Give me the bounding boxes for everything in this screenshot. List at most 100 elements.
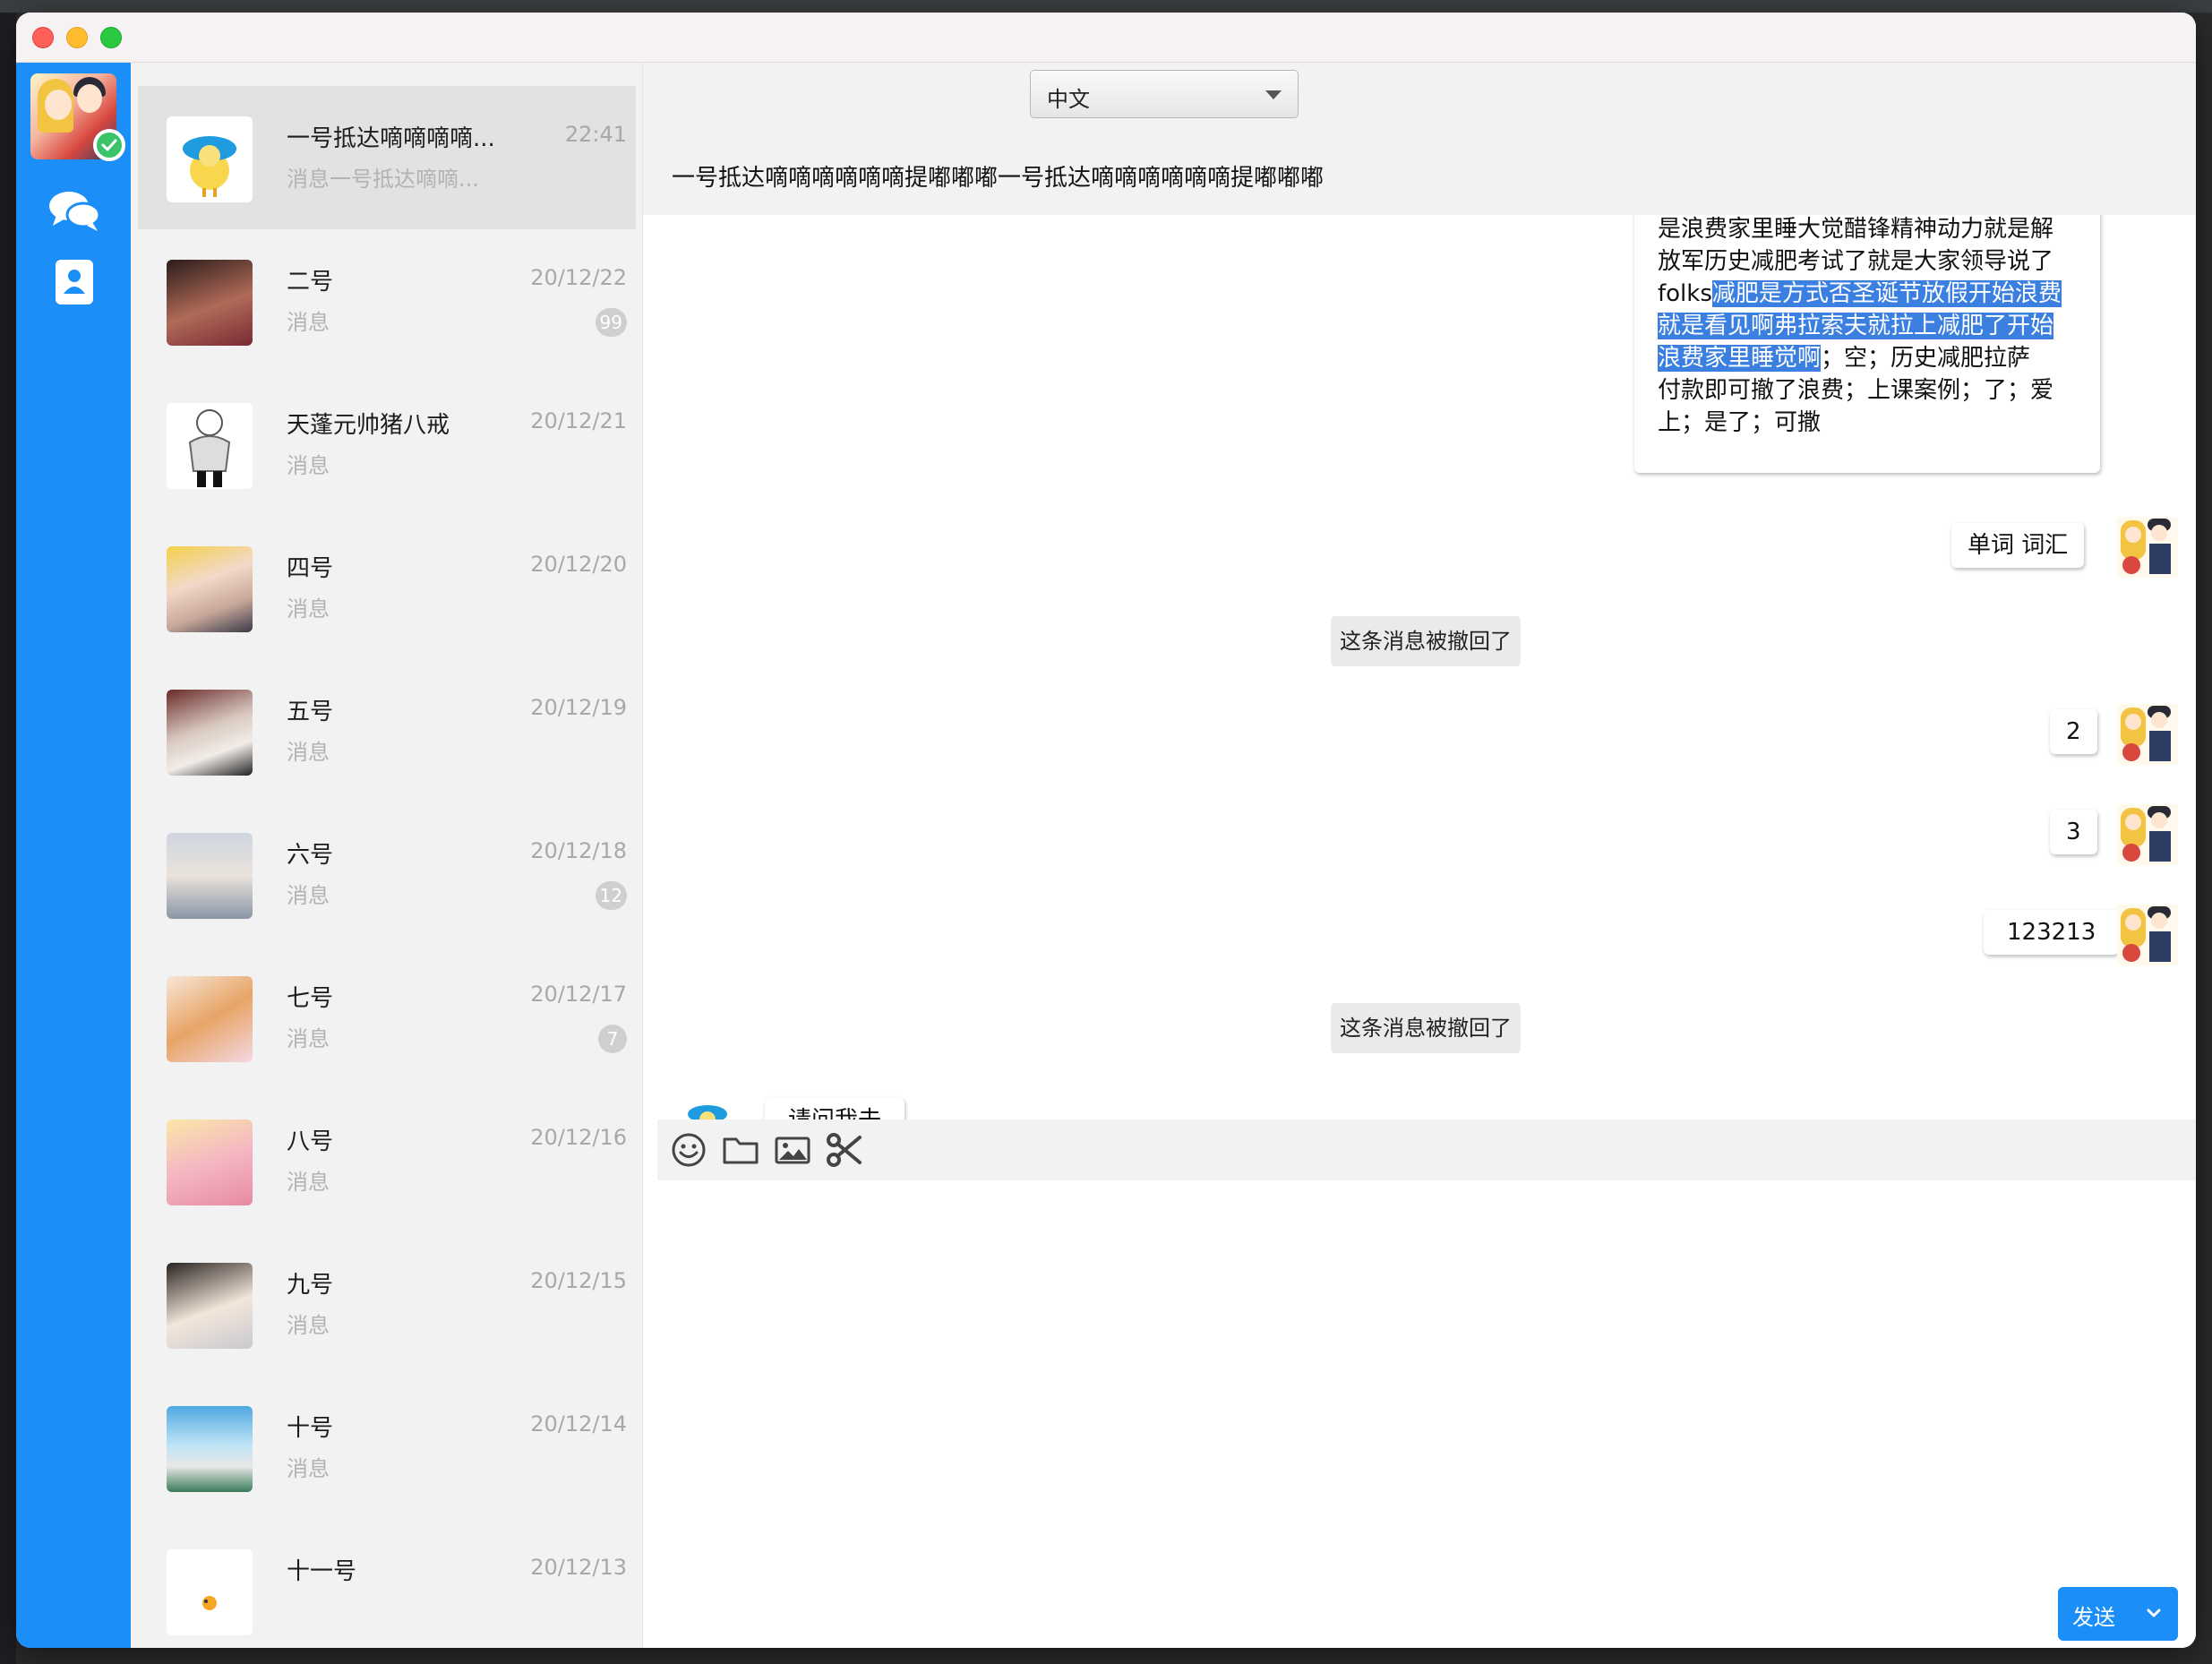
message-bubble-outgoing[interactable]: 3 <box>2050 810 2097 854</box>
message-input[interactable]: 发送 <box>657 1180 2196 1648</box>
zoom-window-button[interactable] <box>100 27 122 48</box>
chat-title: 一号抵达嘀嘀嘀嘀嘀嘀提嘟嘟嘟一号抵达嘀嘀嘀嘀嘀嘀提嘟嘟嘟 <box>672 165 1325 192</box>
conversation-name: 十一号 <box>287 1558 357 1585</box>
conversation-time: 20/12/13 <box>530 1555 627 1580</box>
conversation-time: 22:41 <box>564 122 627 147</box>
selected-text: 减肥是方式否圣诞节放假开始浪费 <box>1711 280 2062 307</box>
message-text: ；空；历史减肥拉萨 <box>1821 345 2031 372</box>
message-list[interactable]: 是浪费家里睡大觉醋锋精神动力就是解 放军历史减肥考试了就是大家领导说了 folk… <box>657 215 2196 1119</box>
conversation-name: 十号 <box>287 1415 334 1442</box>
message-line: 浪费家里睡觉啊；空；历史减肥拉萨 <box>1658 342 2084 374</box>
avatar <box>167 833 253 919</box>
conversation-item[interactable]: 二号 消息 20/12/22 99 <box>138 229 636 373</box>
scissors-icon[interactable] <box>826 1132 863 1168</box>
conversation-preview: 消息 <box>287 1313 330 1338</box>
conversation-name: 七号 <box>287 985 334 1012</box>
recalled-message-notice: 这条消息被撤回了 <box>1331 616 1521 666</box>
conversation-item[interactable]: 十号 消息 20/12/14 <box>138 1376 636 1519</box>
emoji-icon[interactable] <box>670 1132 707 1168</box>
selected-text: 浪费家里睡觉啊 <box>1658 345 1822 372</box>
message-line: folks减肥是方式否圣诞节放假开始浪费 <box>1658 278 2084 310</box>
conversation-time: 20/12/15 <box>530 1268 627 1293</box>
contacts-icon[interactable] <box>54 258 95 306</box>
message-line: 就是看见啊弗拉索夫就拉上减肥了开始 <box>1658 310 2084 342</box>
message-line: 付款即可撤了浪费；上课案例；了；爱 <box>1658 377 2054 404</box>
language-select[interactable]: 中文 <box>1030 70 1299 118</box>
conversation-name: 六号 <box>287 842 334 869</box>
conversation-preview: 消息一号抵达嘀嘀... <box>287 167 479 192</box>
conversation-item[interactable]: 四号 消息 20/12/20 <box>138 516 636 659</box>
selected-text: 就是看见啊弗拉索夫就拉上减肥了开始 <box>1658 313 2054 339</box>
avatar <box>167 1119 253 1205</box>
avatar <box>167 976 253 1062</box>
conversation-item[interactable]: 五号 消息 20/12/19 <box>138 659 636 802</box>
conversation-name: 天蓬元帅猪八戒 <box>287 412 450 439</box>
conversation-time: 20/12/16 <box>530 1125 627 1150</box>
message-line: 是浪费家里睡大觉醋锋精神动力就是解 <box>1658 216 2054 243</box>
conversation-name: 一号抵达嘀嘀嘀嘀... <box>287 125 495 152</box>
send-button-label: 发送 <box>2072 1605 2115 1630</box>
message-text: folks <box>1658 280 1712 307</box>
language-value: 中文 <box>1047 87 1090 112</box>
avatar <box>167 403 253 489</box>
message-line: 放军历史减肥考试了就是大家领导说了 <box>1658 248 2054 275</box>
folder-icon[interactable] <box>722 1132 759 1168</box>
avatar <box>167 116 253 202</box>
unread-badge: 7 <box>598 1025 627 1053</box>
avatar <box>167 546 253 632</box>
conversation-time: 20/12/14 <box>530 1411 627 1437</box>
message-bubble-outgoing[interactable]: 是浪费家里睡大觉醋锋精神动力就是解 放军历史减肥考试了就是大家领导说了 folk… <box>1634 215 2100 473</box>
image-icon[interactable] <box>774 1132 811 1168</box>
avatar <box>167 690 253 776</box>
conversation-list: 一号抵达嘀嘀嘀嘀... 消息一号抵达嘀嘀... 22:41 二号 消息 20/1… <box>131 63 643 1648</box>
avatar <box>167 1406 253 1492</box>
conversation-name: 五号 <box>287 699 334 725</box>
conversation-name: 二号 <box>287 269 334 296</box>
sidebar-nav <box>16 63 131 1648</box>
chevron-down-icon[interactable] <box>2146 1601 2162 1626</box>
conversation-item[interactable]: 七号 消息 20/12/17 7 <box>138 946 636 1089</box>
chevron-down-icon <box>1265 90 1282 99</box>
minimize-window-button[interactable] <box>66 27 88 48</box>
conversation-preview: 消息 <box>287 596 330 622</box>
conversation-preview: 消息 <box>287 883 330 908</box>
conversation-time: 20/12/22 <box>530 265 627 290</box>
avatar <box>167 1263 253 1349</box>
conversation-preview: 消息 <box>287 1026 330 1051</box>
conversation-time: 20/12/21 <box>530 408 627 433</box>
avatar <box>167 260 253 346</box>
avatar <box>677 1093 738 1119</box>
conversation-time: 20/12/18 <box>530 838 627 863</box>
unread-badge: 99 <box>595 308 627 337</box>
avatar <box>2117 905 2178 965</box>
chat-bubbles-icon[interactable] <box>47 188 101 235</box>
avatar <box>2117 804 2178 865</box>
conversation-item[interactable]: 六号 消息 20/12/18 12 <box>138 802 636 946</box>
conversation-preview: 消息 <box>287 310 330 335</box>
conversation-name: 四号 <box>287 555 334 582</box>
conversation-item[interactable]: 九号 消息 20/12/15 <box>138 1232 636 1376</box>
conversation-name: 八号 <box>287 1128 334 1155</box>
avatar <box>167 1549 253 1635</box>
message-bubble-outgoing[interactable]: 123213 <box>1984 910 2120 955</box>
language-bar: 中文 <box>643 63 2196 140</box>
conversation-preview: 消息 <box>287 1170 330 1195</box>
avatar <box>2117 517 2178 578</box>
conversation-item[interactable]: 一号抵达嘀嘀嘀嘀... 消息一号抵达嘀嘀... 22:41 <box>138 86 636 229</box>
conversation-preview: 消息 <box>287 453 330 478</box>
close-window-button[interactable] <box>32 27 54 48</box>
message-bubble-outgoing[interactable]: 单词 词汇 <box>1951 523 2085 568</box>
conversation-item[interactable]: 八号 消息 20/12/16 <box>138 1089 636 1232</box>
window-titlebar <box>16 13 2196 63</box>
message-bubble-incoming[interactable]: 请问我去 <box>765 1098 905 1119</box>
conversation-item[interactable]: 天蓬元帅猪八戒 消息 20/12/21 <box>138 373 636 516</box>
message-line: 上；是了；可撒 <box>1658 409 1822 436</box>
message-bubble-outgoing[interactable]: 2 <box>2050 709 2097 754</box>
recalled-message-notice: 这条消息被撤回了 <box>1331 1003 1521 1053</box>
chat-app-window: 一号抵达嘀嘀嘀嘀... 消息一号抵达嘀嘀... 22:41 二号 消息 20/1… <box>16 13 2196 1648</box>
chat-panel: 中文 一号抵达嘀嘀嘀嘀嘀嘀提嘟嘟嘟一号抵达嘀嘀嘀嘀嘀嘀提嘟嘟嘟 是浪费家里睡大觉… <box>643 63 2196 1648</box>
conversation-item[interactable]: 十一号 20/12/13 <box>138 1519 636 1648</box>
conversation-name: 九号 <box>287 1272 334 1299</box>
send-button[interactable]: 发送 <box>2058 1587 2178 1641</box>
desktop-background <box>0 0 16 1664</box>
